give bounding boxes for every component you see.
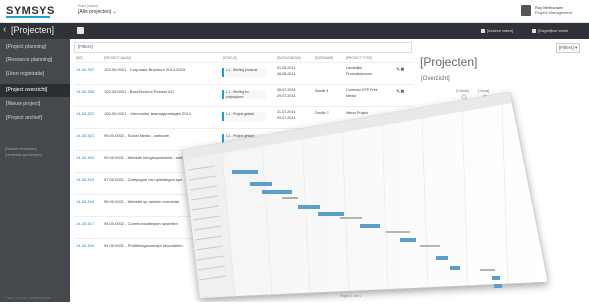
date-end: 28-08-2014 bbox=[277, 72, 296, 76]
column-header-date[interactable]: [DATUM BEGIN] bbox=[277, 56, 301, 60]
page-title: [Projecten] bbox=[11, 25, 55, 35]
pagination[interactable]: Pagina 1 van 1 bbox=[340, 294, 361, 298]
date-end: 09-07-2014 bbox=[277, 116, 296, 120]
client-value: [Alle projecten] ⌄ bbox=[78, 9, 117, 15]
project-name[interactable]: 94.00.0001 - Profileringsconcept beoorde… bbox=[104, 243, 183, 248]
back-arrow-icon[interactable]: ‹ bbox=[3, 24, 6, 35]
owner: Zwolle 4 bbox=[315, 89, 329, 93]
sidebar-item-project-overview[interactable]: [Project overzicht] bbox=[0, 84, 70, 97]
user-role: Project Management bbox=[535, 10, 572, 15]
panel-title: [Projecten] bbox=[420, 55, 478, 69]
table-row[interactable]: 14-28-517 94.00.0002 - Communicatieplan … bbox=[74, 216, 414, 239]
project-nr[interactable]: 14-28-518 bbox=[76, 199, 94, 204]
project-nr[interactable]: 14-28-517 bbox=[76, 221, 94, 226]
sidebar-item-new-project[interactable]: [Nieuw project] bbox=[0, 98, 70, 111]
table-row[interactable]: 14-28-521 99.00.0002 - Social Media - we… bbox=[74, 128, 414, 151]
project-nr[interactable]: 14-28-520 bbox=[76, 155, 94, 160]
table-row[interactable]: 14-28-520 99.00.0001 - Website kringloop… bbox=[74, 150, 414, 173]
checkbox-icon bbox=[532, 28, 536, 33]
table-row[interactable]: 14-30-536 102.00.0001 - Back2school Post… bbox=[74, 84, 414, 107]
active-tasks-button[interactable]: [Actieve taken] bbox=[481, 28, 513, 33]
footer-copyright: © D&J - Symsys - SYMSYS 2014 bbox=[5, 296, 50, 300]
table-row[interactable]: 14-28-518 95.00.0001 - Website op netzie… bbox=[74, 194, 414, 217]
sidebar: [Project planning] [Resource planning] [… bbox=[0, 39, 70, 302]
status-badge: 1.1 - Project gestart bbox=[222, 134, 266, 143]
status-badge: 1.1 - Project gestart bbox=[222, 156, 266, 165]
project-type: Nieuw Project bbox=[346, 111, 369, 115]
sidebar-item-time-registration[interactable]: [Uren registratie] bbox=[0, 68, 70, 81]
project-name[interactable]: 99.00.0001 - Website kringloopwinkels - … bbox=[104, 155, 191, 160]
date-end: 09-07-2014 bbox=[277, 138, 296, 142]
checkbox-icon bbox=[481, 28, 485, 33]
stat-received-value: 9 bbox=[461, 93, 468, 105]
column-header-type[interactable]: [PROJECT TYPE] bbox=[346, 56, 372, 60]
project-nr[interactable]: 14-28-521 bbox=[76, 133, 94, 138]
chevron-down-icon: ⌄ bbox=[112, 9, 117, 15]
sidebar-item-resource-planning[interactable]: [Resource planning] bbox=[0, 54, 70, 67]
owner: Zwolle C bbox=[315, 111, 329, 115]
project-list-panel: [Filters] [NR] [PROJECT NAAM] [STATUS] [… bbox=[70, 39, 589, 302]
panel-subtitle: [Overzicht] bbox=[421, 76, 450, 82]
edit-delete-icon[interactable]: ✎✖ bbox=[396, 89, 404, 95]
edit-delete-icon[interactable]: ✎✖ bbox=[396, 111, 404, 117]
date-start: 01-08-2014 bbox=[277, 66, 296, 70]
project-name[interactable]: 102.00.0001 - Back2school Posters AO bbox=[104, 89, 174, 94]
project-name[interactable]: 103.00.0001 - Corporate Brochure 2014-20… bbox=[104, 67, 185, 72]
project-name[interactable]: 97.00.0001 - Campagne nw opleidingen spe bbox=[104, 177, 183, 182]
owner: Kringloop bbox=[315, 133, 331, 137]
logo-underline bbox=[6, 16, 50, 18]
project-nr[interactable]: 14-28-522 bbox=[76, 111, 94, 116]
top-header: SYMSYS Klant (naam) [Alle projecten] ⌄ R… bbox=[0, 0, 589, 23]
project-type: Nieuw Project bbox=[346, 133, 369, 137]
title-bar: ‹ [Projecten] [Actieve taken] [Dagelijks… bbox=[0, 23, 589, 39]
filters-button[interactable]: [Filters] ▾ bbox=[556, 43, 581, 53]
date-start: 31-07-2014 bbox=[277, 132, 296, 136]
column-header-nr[interactable]: [NR] bbox=[76, 56, 82, 60]
project-nr[interactable]: 14-30-536 bbox=[76, 89, 94, 94]
project-nr[interactable]: 14-30-537 bbox=[76, 67, 94, 72]
table-row[interactable]: 14-28-519 97.00.0001 - Campagne nw oplei… bbox=[74, 172, 414, 195]
column-header-status[interactable]: [STATUS] bbox=[223, 56, 237, 60]
status-badge: 1.1 - Project gestart bbox=[222, 112, 266, 121]
table-row[interactable]: 14-30-537 103.00.0001 - Corporate Brochu… bbox=[74, 62, 414, 85]
avatar[interactable] bbox=[521, 5, 531, 16]
sidebar-item-project-planning[interactable]: [Project planning] bbox=[0, 41, 70, 54]
project-type-2: Media bbox=[346, 94, 356, 98]
table-row[interactable]: 14-28-516 94.00.0001 - Profileringsconce… bbox=[74, 238, 414, 261]
menu-toggle-button[interactable] bbox=[77, 27, 84, 34]
project-type: Corrector DTP Print bbox=[346, 88, 378, 92]
date-start: 28-07-2014 bbox=[277, 88, 296, 92]
filter-input[interactable]: [Filters] bbox=[74, 42, 412, 53]
project-name[interactable]: 99.00.0002 - Social Media - webcare bbox=[104, 133, 169, 138]
sidebar-link-spreads[interactable]: [Verwerkte spreidingen] bbox=[5, 153, 42, 157]
client-label: Klant (naam) bbox=[78, 4, 99, 8]
sidebar-item-project-archive[interactable]: [Project archief] bbox=[0, 112, 70, 125]
date-end: 29-07-2014 bbox=[277, 94, 296, 98]
date-start: 31-07-2014 bbox=[277, 110, 296, 114]
project-name[interactable]: 100.00.0001 - Jobmonitor teamrapportages… bbox=[104, 111, 191, 116]
project-nr[interactable]: 14-28-516 bbox=[76, 243, 94, 248]
project-type-2: Productieproces bbox=[346, 72, 372, 76]
project-nr[interactable]: 14-28-519 bbox=[76, 177, 94, 182]
column-header-owner[interactable]: [EIGENAAR] bbox=[315, 56, 333, 60]
filter-label: [Filters] bbox=[78, 44, 93, 49]
status-badge: 1.1 - Briefing producte bbox=[222, 68, 266, 77]
client-selector[interactable]: Klant (naam) [Alle projecten] ⌄ bbox=[78, 4, 148, 18]
date-start: 31-07-2014 bbox=[277, 154, 296, 158]
stat-total-value: 9 bbox=[482, 93, 489, 105]
table-row[interactable]: 14-28-522 100.00.0001 - Jobmonitor teamr… bbox=[74, 106, 414, 129]
project-type: Landelijke - bbox=[346, 66, 365, 70]
project-name[interactable]: 95.00.0001 - Website op netzien corrrect… bbox=[104, 199, 179, 204]
edit-delete-icon[interactable]: ✎✖ bbox=[396, 67, 404, 73]
project-name[interactable]: 94.00.0002 - Communicatieplan opstellen bbox=[104, 221, 178, 226]
sidebar-link-dataset[interactable]: [Dataset verschillen] bbox=[5, 147, 37, 151]
daily-work-button[interactable]: [Dagelijkse werkt bbox=[532, 28, 568, 33]
status-badge: 1.1 - Briefing en projectplann bbox=[222, 90, 266, 99]
column-header-name[interactable]: [PROJECT NAAM] bbox=[104, 56, 131, 60]
